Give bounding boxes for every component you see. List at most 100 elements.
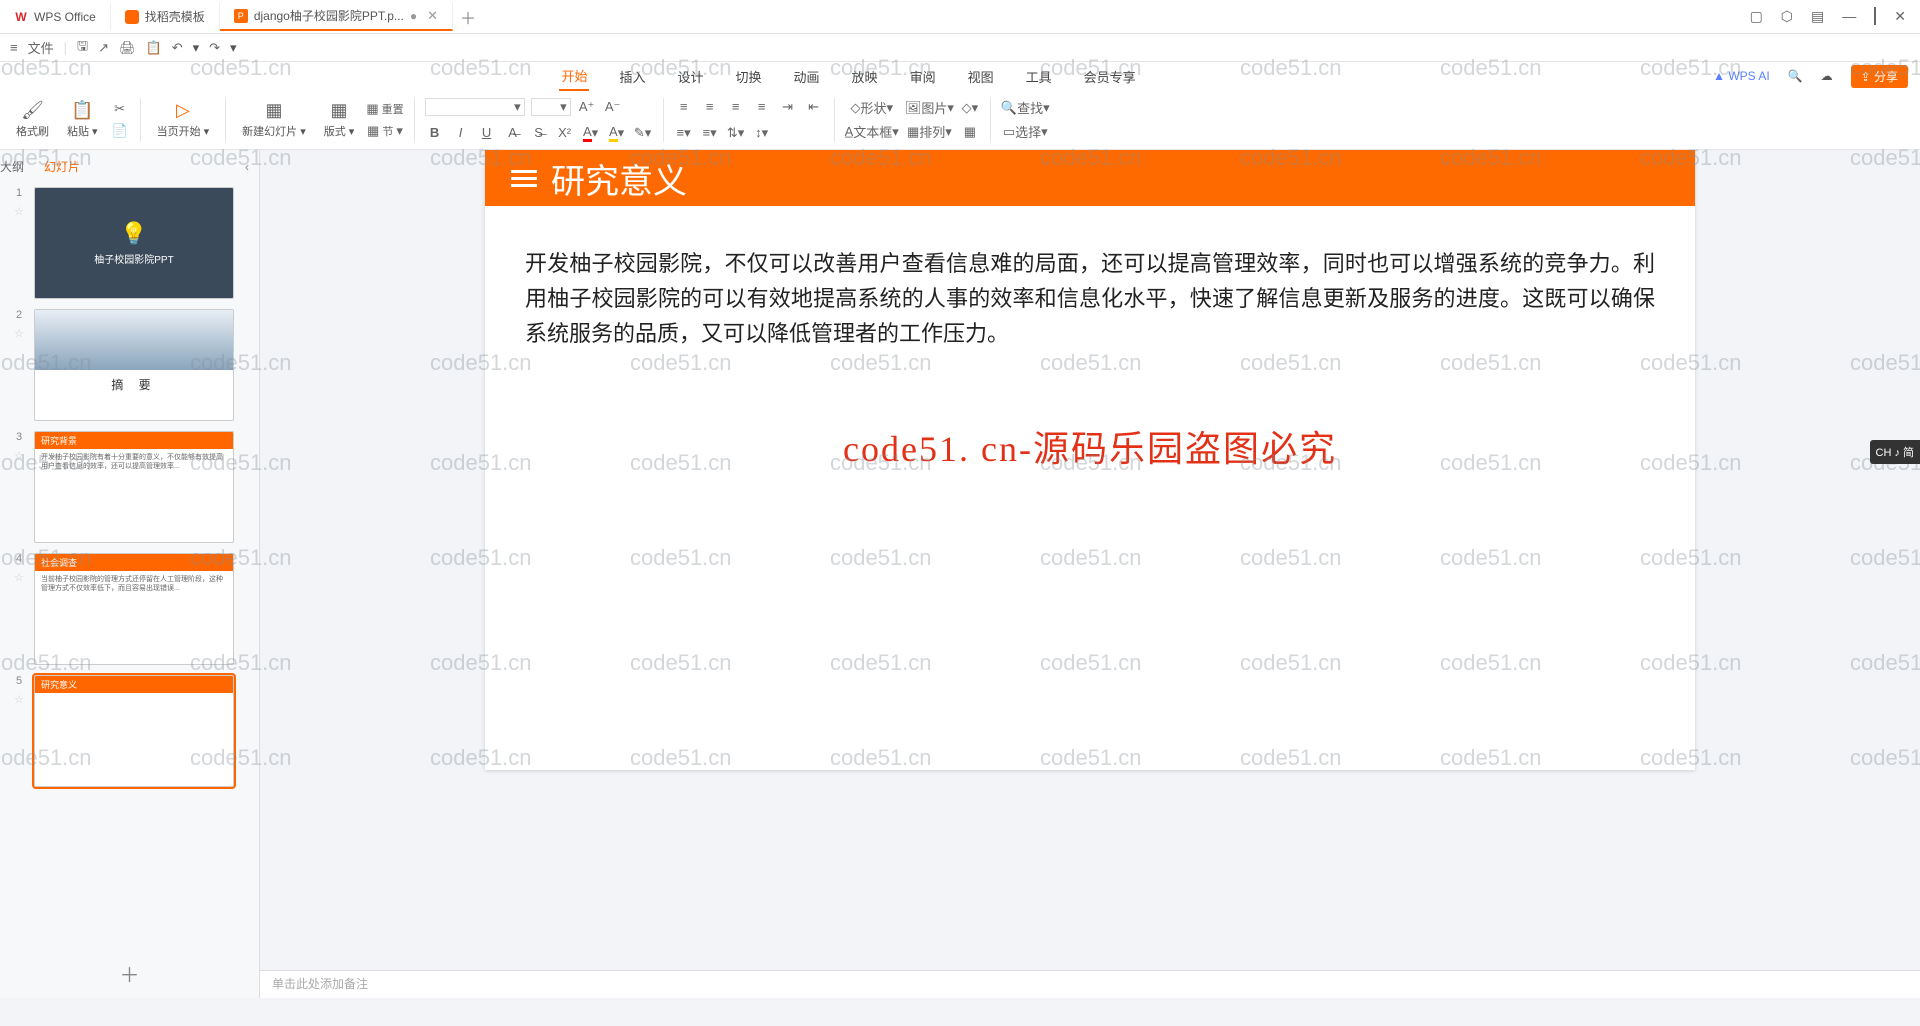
share-button[interactable]: ⇪ 分享 — [1851, 65, 1908, 88]
ribbon-tab-insert[interactable]: 插入 — [617, 63, 647, 90]
highlight-icon[interactable]: A▾ — [607, 123, 627, 143]
slide-thumbnail-2[interactable]: 摘 要 — [34, 309, 234, 421]
print-icon[interactable]: 🖨 — [119, 40, 136, 56]
add-tab-button[interactable]: ＋ — [453, 5, 483, 29]
notes-pane[interactable]: 单击此处添加备注 — [260, 970, 1920, 998]
line-spacing-icon[interactable]: ⇅▾ — [726, 123, 746, 143]
shape-button[interactable]: ◇ 形状 ▾ — [845, 98, 899, 118]
section-button[interactable]: ▦ 节 ▾ — [366, 121, 403, 141]
slides-tab[interactable]: 幻灯片 — [44, 158, 80, 175]
find-button[interactable]: 🔍 查找 ▾ — [1001, 98, 1050, 118]
arrange-button[interactable]: ▦ 排列 ▾ — [905, 122, 954, 142]
format-brush-button[interactable]: 🖌格式刷 — [10, 100, 55, 139]
slide-title: 研究意义 — [551, 154, 687, 203]
text-direction-icon[interactable]: ↕▾ — [752, 123, 772, 143]
increase-indent-icon[interactable]: ⇥ — [778, 97, 798, 117]
canvas-scroll[interactable]: 研究意义 开发柚子校园影院，不仅可以改善用户查看信息难的局面，还可以提高管理效率… — [260, 150, 1920, 970]
slide[interactable]: 研究意义 开发柚子校园影院，不仅可以改善用户查看信息难的局面，还可以提高管理效率… — [485, 150, 1695, 770]
align-justify-icon[interactable]: ≡ — [752, 97, 772, 117]
ribbon-tab-member[interactable]: 会员专享 — [1082, 63, 1138, 90]
numbering-icon[interactable]: ≡▾ — [700, 123, 720, 143]
tab-wps-office[interactable]: W WPS Office — [0, 3, 111, 31]
start-from-current-button[interactable]: ▷当页开始 ▾ — [151, 100, 216, 139]
ribbon-tab-animation[interactable]: 动画 — [792, 63, 822, 90]
underline-icon[interactable]: U — [477, 123, 497, 143]
thumb-title: 柚子校园影院PPT — [94, 251, 173, 266]
ribbon-tab-transition[interactable]: 切换 — [734, 63, 764, 90]
eyedropper-icon[interactable]: ✎▾ — [633, 123, 653, 143]
style-icon[interactable]: ◇▾ — [960, 98, 980, 118]
ribbon-tab-start[interactable]: 开始 — [559, 62, 589, 91]
maximize-icon[interactable] — [1874, 8, 1876, 25]
bullets-icon[interactable]: ≡▾ — [674, 123, 694, 143]
picture-button[interactable]: 🖼 图片 ▾ — [905, 98, 954, 118]
align-left-icon[interactable]: ≡ — [674, 97, 694, 117]
close-window-icon[interactable]: ✕ — [1894, 8, 1906, 25]
cut-icon[interactable]: ✂ — [110, 99, 130, 119]
align-center-icon[interactable]: ≡ — [700, 97, 720, 117]
bulb-icon: 💡 — [120, 221, 147, 247]
collapse-panel-icon[interactable]: ‹ — [245, 160, 249, 174]
ribbon-tab-view[interactable]: 视图 — [966, 63, 996, 90]
copy-icon[interactable]: 📄 — [110, 121, 130, 141]
star-icon[interactable]: ☆ — [14, 571, 24, 584]
font-family-select[interactable]: ▾ — [425, 98, 525, 116]
outline-tab[interactable]: 大纲 — [0, 158, 24, 175]
decrease-indent-icon[interactable]: ⇤ — [804, 97, 824, 117]
canvas-area: 研究意义 开发柚子校园影院，不仅可以改善用户查看信息难的局面，还可以提高管理效率… — [260, 150, 1920, 998]
wps-ai-button[interactable]: ▲ WPS AI — [1713, 69, 1770, 83]
add-slide-button[interactable]: ＋ — [0, 949, 259, 998]
layout-button[interactable]: ▦版式 ▾ — [318, 100, 361, 139]
tab-label: 找稻壳模板 — [145, 8, 205, 25]
italic-icon[interactable]: I — [451, 123, 471, 143]
textbox-button[interactable]: A̲ 文本框 ▾ — [845, 122, 899, 142]
star-icon[interactable]: ☆ — [14, 693, 24, 706]
reset-button[interactable]: ▦ 重置 — [366, 99, 403, 119]
file-menu[interactable]: 文件 — [28, 38, 54, 57]
decrease-font-icon[interactable]: A⁻ — [603, 97, 623, 117]
increase-font-icon[interactable]: A⁺ — [577, 97, 597, 117]
strike-icon[interactable]: A̶ — [503, 123, 523, 143]
ribbon-tab-design[interactable]: 设计 — [676, 63, 706, 90]
star-icon[interactable]: ☆ — [14, 449, 24, 462]
ime-indicator[interactable]: CH ♪ 简 — [1870, 440, 1920, 464]
window-control-icon[interactable]: ⬡ — [1781, 8, 1793, 25]
bold-icon[interactable]: B — [425, 123, 445, 143]
menu-icon[interactable]: ≡ — [10, 40, 18, 55]
tab-docao[interactable]: 找稻壳模板 — [111, 3, 220, 31]
group-icon[interactable]: ▦ — [960, 122, 980, 142]
star-icon[interactable]: ☆ — [14, 205, 24, 218]
slide-thumbnail-5[interactable]: 研究意义 — [34, 675, 234, 787]
ribbon-tab-slideshow[interactable]: 放映 — [850, 63, 880, 90]
new-slide-button[interactable]: ▦新建幻灯片 ▾ — [236, 100, 312, 139]
separator: | — [64, 40, 67, 55]
superscript-icon[interactable]: X² — [555, 123, 575, 143]
window-control-icon[interactable]: ▤ — [1811, 8, 1824, 25]
slide-thumbnail-4[interactable]: 社会调查 当前柚子校园影院的管理方式还停留在人工管理阶段，这种管理方式不仅效率低… — [34, 553, 234, 665]
slide-thumbnail-1[interactable]: 💡 柚子校园影院PPT — [34, 187, 234, 299]
align-right-icon[interactable]: ≡ — [726, 97, 746, 117]
close-icon[interactable]: ✕ — [427, 8, 438, 24]
thumb-body: 开发柚子校园影院有着十分重要的意义，不仅能够有效提高用户查看信息的效率，还可以提… — [35, 449, 233, 475]
cloud-icon[interactable]: ☁ — [1821, 69, 1833, 83]
paste-button[interactable]: 📋粘贴 ▾ — [61, 100, 104, 139]
minimize-icon[interactable]: — — [1842, 8, 1856, 25]
ribbon-tab-tools[interactable]: 工具 — [1024, 63, 1054, 90]
search-icon[interactable]: 🔍 — [1788, 69, 1803, 83]
strikethrough-icon[interactable]: S̶ — [529, 123, 549, 143]
export-icon[interactable]: ↗ — [98, 40, 109, 56]
save-icon[interactable]: 🖫 — [77, 37, 88, 59]
redo-icon[interactable]: ↷ — [209, 40, 220, 56]
font-size-select[interactable]: ▾ — [531, 98, 571, 116]
font-color-icon[interactable]: A▾ — [581, 123, 601, 143]
star-icon[interactable]: ☆ — [14, 327, 24, 340]
select-button[interactable]: ▭ 选择 ▾ — [1001, 122, 1050, 142]
tab-document[interactable]: P django柚子校园影院PPT.p... ● ✕ — [220, 3, 453, 31]
window-control-icon[interactable]: ▢ — [1750, 8, 1763, 25]
ribbon-tab-review[interactable]: 审阅 — [908, 63, 938, 90]
print-preview-icon[interactable]: 📋 — [146, 40, 162, 56]
slide-thumbnail-3[interactable]: 研究背景 开发柚子校园影院有着十分重要的意义，不仅能够有效提高用户查看信息的效率… — [34, 431, 234, 543]
thumb-number: 3 — [16, 431, 22, 443]
tab-label: WPS Office — [34, 10, 96, 24]
undo-icon[interactable]: ↶ — [172, 40, 183, 56]
